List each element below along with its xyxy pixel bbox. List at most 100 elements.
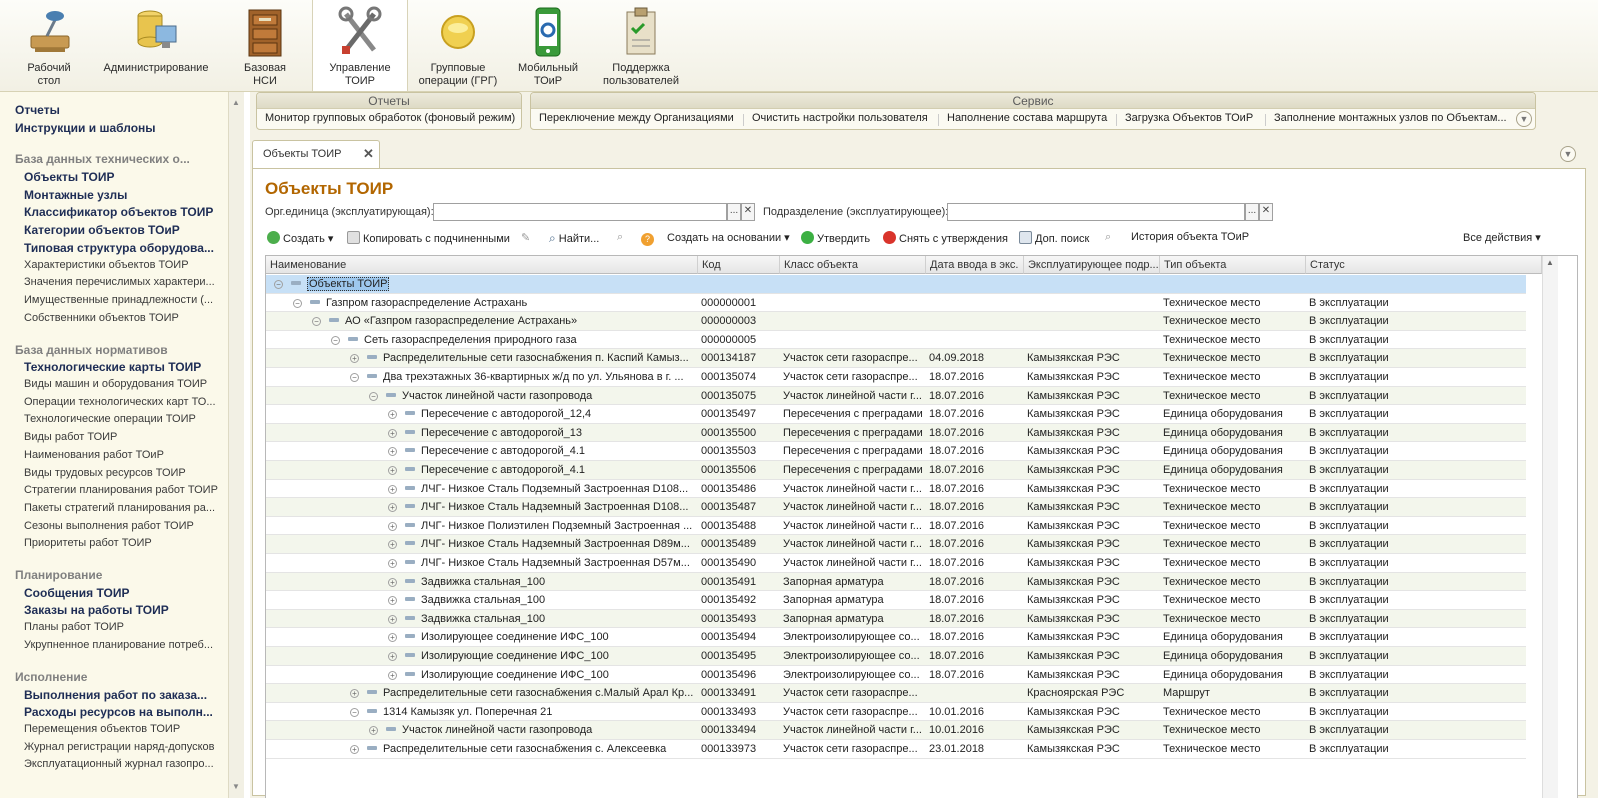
dept-cell[interactable]: Камызякская РЭС — [1024, 721, 1160, 739]
date-cell[interactable] — [926, 684, 1024, 702]
dept-cell[interactable]: Камызякская РЭС — [1024, 610, 1160, 628]
nav-link[interactable]: Перемещения объектов ТОИР — [24, 723, 180, 735]
status-cell[interactable]: В эксплуатации — [1306, 312, 1542, 330]
status-cell[interactable]: В эксплуатации — [1306, 461, 1542, 479]
name-cell[interactable]: + Задвижка стальная_100 — [266, 591, 698, 609]
code-cell[interactable]: 000135074 — [698, 368, 780, 386]
date-cell[interactable]: 18.07.2016 — [926, 442, 1024, 460]
table-row[interactable]: − Два трехэтажных 36-квартирных ж/д по ул… — [266, 368, 1526, 387]
nav-link[interactable]: Значения перечислимых характери... — [24, 276, 215, 288]
column-header[interactable]: Класс объекта — [780, 256, 926, 274]
type-cell[interactable]: Техническое место — [1160, 368, 1306, 386]
cls-cell[interactable]: Участок линейной части г... — [780, 387, 926, 405]
nav-link[interactable]: Наименования работ ТОиР — [24, 449, 164, 461]
name-cell[interactable]: + ЛЧГ- Низкое Полиэтилен Подземный Застро… — [266, 517, 698, 535]
chevron-down-icon[interactable]: ▼ — [1516, 111, 1532, 127]
cls-cell[interactable] — [780, 294, 926, 312]
collapse-icon[interactable]: − — [369, 391, 378, 401]
type-cell[interactable]: Техническое место — [1160, 312, 1306, 330]
date-cell[interactable]: 18.07.2016 — [926, 424, 1024, 442]
table-row[interactable]: + Распределительные сети газоснабжения п.… — [266, 349, 1526, 368]
nav-link[interactable]: Сообщения ТОИР — [24, 586, 130, 600]
expand-icon[interactable]: + — [388, 447, 397, 457]
expand-icon[interactable]: + — [388, 521, 397, 531]
column-header[interactable]: Статус — [1306, 256, 1542, 274]
name-cell[interactable]: + ЛЧГ- Низкое Сталь Надземный Застроенная… — [266, 535, 698, 553]
code-cell[interactable]: 000133494 — [698, 721, 780, 739]
table-row[interactable]: + ЛЧГ- Низкое Сталь Надземный Застроенная… — [266, 535, 1526, 554]
status-cell[interactable]: В эксплуатации — [1306, 405, 1542, 423]
type-cell[interactable]: Техническое место — [1160, 387, 1306, 405]
type-cell[interactable]: Единица оборудования — [1160, 666, 1306, 684]
table-row[interactable]: − 1314 Камызяк ул. Поперечная 21 000133493… — [266, 703, 1526, 722]
name-cell[interactable]: + ЛЧГ- Низкое Сталь Подземный Застроенная… — [266, 480, 698, 498]
expand-icon[interactable]: + — [369, 726, 378, 736]
dept-cell[interactable]: Камызякская РЭС — [1024, 424, 1160, 442]
expand-icon[interactable]: + — [388, 633, 397, 643]
cls-cell[interactable]: Участок сети газораспре... — [780, 740, 926, 758]
expand-icon[interactable]: + — [388, 596, 397, 606]
dept-cell[interactable] — [1024, 294, 1160, 312]
type-cell[interactable]: Техническое место — [1160, 535, 1306, 553]
column-header[interactable]: Код — [698, 256, 780, 274]
command-link[interactable]: Заполнение монтажных узлов по Объектам..… — [1274, 112, 1507, 124]
table-row[interactable]: + ЛЧГ- Низкое Полиэтилен Подземный Застро… — [266, 517, 1526, 536]
code-cell[interactable]: 000135486 — [698, 480, 780, 498]
code-cell[interactable]: 000135506 — [698, 461, 780, 479]
name-cell[interactable]: + Пересечение с автодорогой_12,4 — [266, 405, 698, 423]
date-cell[interactable]: 18.07.2016 — [926, 368, 1024, 386]
type-cell[interactable]: Техническое место — [1160, 517, 1306, 535]
status-cell[interactable]: В эксплуатации — [1306, 628, 1542, 646]
type-cell[interactable]: Техническое место — [1160, 331, 1306, 349]
status-cell[interactable]: В эксплуатации — [1306, 480, 1542, 498]
edit-pencil-icon[interactable]: ✎ — [521, 231, 530, 244]
dept-cell[interactable]: Камызякская РЭС — [1024, 666, 1160, 684]
cls-cell[interactable]: Участок линейной части г... — [780, 480, 926, 498]
type-cell[interactable]: Единица оборудования — [1160, 424, 1306, 442]
expand-icon[interactable]: + — [388, 503, 397, 513]
department-input[interactable] — [947, 203, 1245, 221]
collapse-icon[interactable]: − — [350, 373, 359, 382]
advanced-search-button[interactable]: Доп. поиск — [1019, 231, 1089, 245]
nav-link[interactable]: Технологические карты ТОИР — [24, 360, 201, 374]
status-cell[interactable] — [1306, 275, 1542, 293]
nav-link[interactable]: Технологические операции ТОИР — [24, 413, 196, 425]
table-row[interactable]: + Изолирующие соединение ИФС_100 000135496… — [266, 666, 1526, 685]
code-cell[interactable]: 000133973 — [698, 740, 780, 758]
type-cell[interactable]: Техническое место — [1160, 740, 1306, 758]
object-history-button[interactable]: История объекта ТОиР — [1131, 231, 1249, 243]
status-cell[interactable]: В эксплуатации — [1306, 573, 1542, 591]
table-row[interactable]: + Распределительные сети газоснабжения с.… — [266, 684, 1526, 703]
cls-cell[interactable]: Пересечения с преградами — [780, 424, 926, 442]
section-group-operations[interactable]: Групповые операции (ГРГ) — [410, 0, 506, 91]
org-unit-clear-button[interactable]: ✕ — [741, 203, 755, 221]
cls-cell[interactable]: Участок сети газораспре... — [780, 684, 926, 702]
department-select-button[interactable]: ... — [1245, 203, 1259, 221]
status-cell[interactable]: В эксплуатации — [1306, 294, 1542, 312]
scroll-down-icon[interactable]: ▼ — [232, 782, 240, 791]
code-cell[interactable]: 000135494 — [698, 628, 780, 646]
date-cell[interactable]: 18.07.2016 — [926, 498, 1024, 516]
name-cell[interactable]: + Изолирующие соединение ИФС_100 — [266, 647, 698, 665]
help-button[interactable]: ? — [641, 231, 657, 246]
dept-cell[interactable]: Камызякская РЭС — [1024, 387, 1160, 405]
expand-icon[interactable]: + — [388, 670, 397, 680]
code-cell[interactable]: 000135490 — [698, 554, 780, 572]
nav-group-title[interactable]: Исполнение — [15, 670, 87, 684]
name-cell[interactable]: + ЛЧГ- Низкое Сталь Надземный Застроенная… — [266, 554, 698, 572]
name-cell[interactable]: + Задвижка стальная_100 — [266, 610, 698, 628]
dept-cell[interactable] — [1024, 331, 1160, 349]
type-cell[interactable]: Техническое место — [1160, 294, 1306, 312]
code-cell[interactable]: 000135493 — [698, 610, 780, 628]
table-row[interactable]: + Распределительные сети газоснабжения с.… — [266, 740, 1526, 759]
type-cell[interactable]: Единица оборудования — [1160, 647, 1306, 665]
name-cell[interactable]: − Сеть газораспределения природного газа — [266, 331, 698, 349]
date-cell[interactable]: 18.07.2016 — [926, 554, 1024, 572]
status-cell[interactable]: В эксплуатации — [1306, 703, 1542, 721]
nav-link[interactable]: Имущественные принадлежности (... — [24, 294, 213, 306]
collapse-icon[interactable]: − — [312, 317, 321, 327]
cls-cell[interactable]: Запорная арматура — [780, 573, 926, 591]
org-unit-select-button[interactable]: ... — [727, 203, 741, 221]
nav-link[interactable]: Выполнения работ по заказа... — [24, 688, 207, 702]
cls-cell[interactable]: Участок линейной части г... — [780, 498, 926, 516]
